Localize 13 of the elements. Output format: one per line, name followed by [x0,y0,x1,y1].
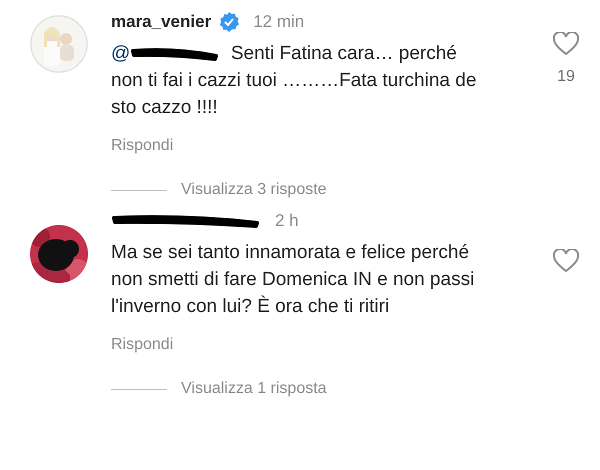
view-replies-button[interactable]: Visualizza 3 risposte [181,181,327,199]
comment-text: @ Senti Fatina cara… perché non ti fai i cazzi tuoi ………Fata turchina de sto cazzo !!!! [111,40,483,121]
mention-link[interactable]: @ [111,40,130,67]
like-count: 19 [557,68,575,86]
view-replies-button[interactable]: Visualizza 1 risposta [181,380,327,398]
username[interactable]: mara_venier [111,12,212,32]
reply-button[interactable]: Rispondi [111,137,174,155]
comment-time: 2 h [275,211,299,231]
comment-time: 12 min [253,12,304,32]
heart-icon[interactable] [553,32,579,56]
comment-text: Ma se sei tanto innamorata e felice perché non smetti di fare Domenica IN e non passi l'inverno con lui? È ora che ti ritiri [111,241,476,319]
reply-button[interactable]: Rispondi [111,336,174,354]
heart-icon[interactable] [553,249,579,273]
